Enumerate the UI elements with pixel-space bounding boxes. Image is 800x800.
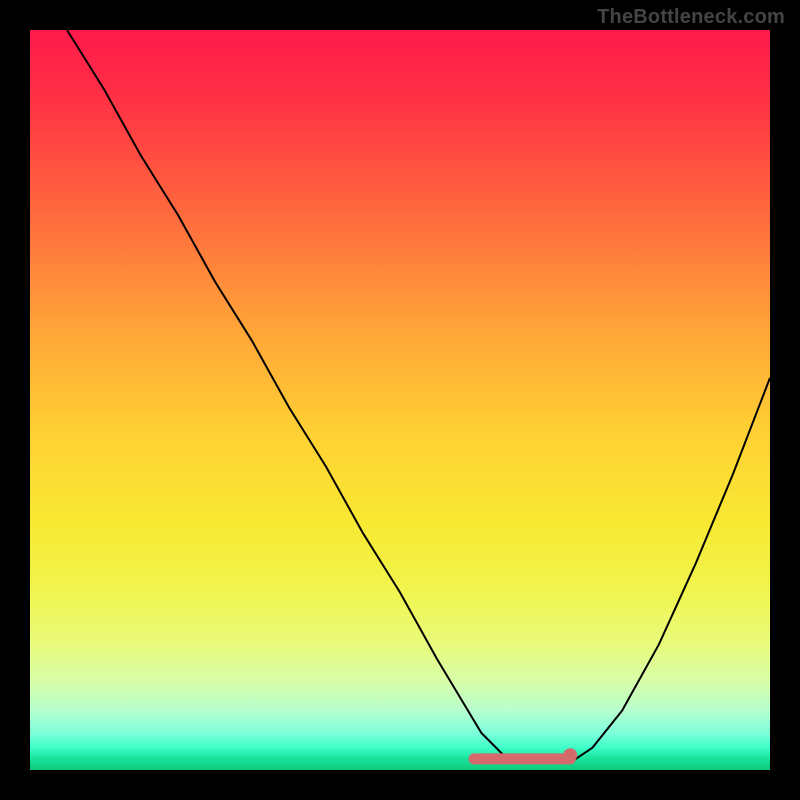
bottleneck-curve [67,30,770,763]
plot-area [30,30,770,770]
curve-layer [30,30,770,770]
watermark-text: TheBottleneck.com [597,6,785,29]
chart-frame: TheBottleneck.com [0,0,800,800]
optimal-end-dot [563,748,577,762]
